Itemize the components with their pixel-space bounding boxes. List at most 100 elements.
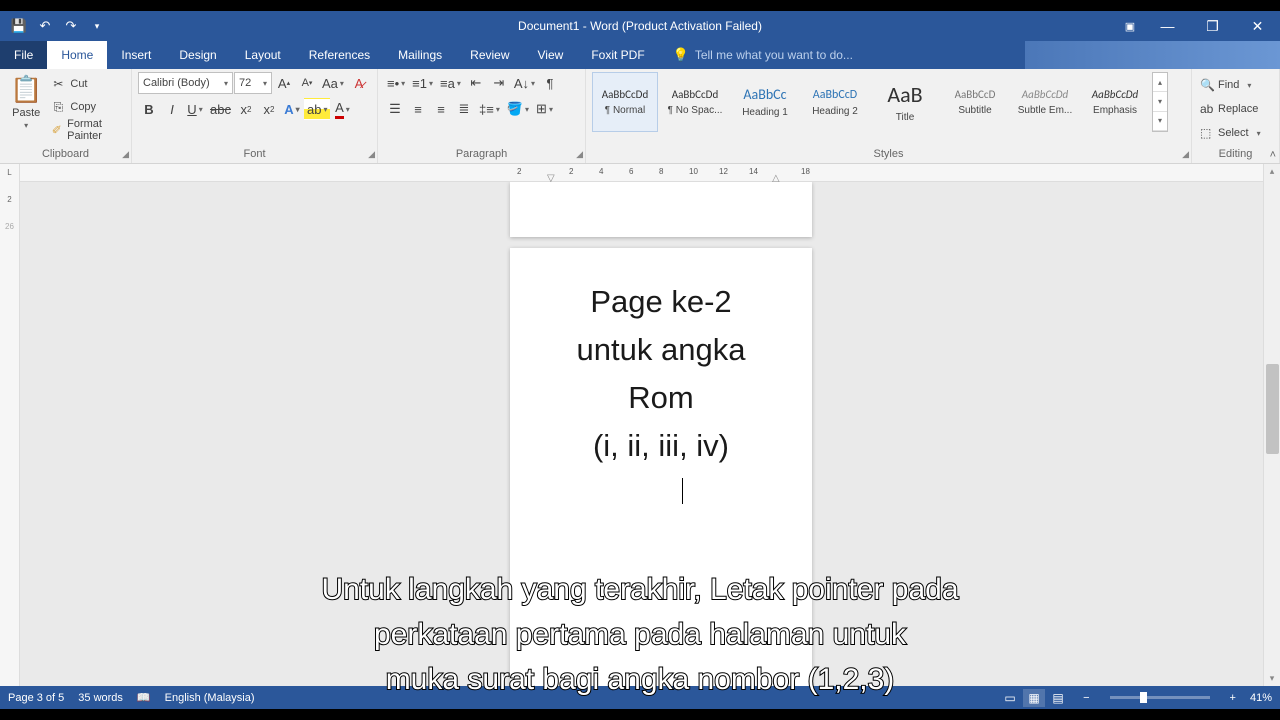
styles-gallery[interactable]: AaBbCcDd¶ Normal AaBbCcDd¶ No Spac... Aa… — [592, 72, 1185, 148]
tab-design[interactable]: Design — [165, 41, 230, 69]
font-color-button[interactable]: A — [331, 98, 353, 120]
shading-button[interactable]: 🪣 — [504, 98, 532, 120]
justify-button[interactable]: ≣ — [453, 98, 475, 120]
tell-me-placeholder: Tell me what you want to do... — [695, 48, 853, 62]
paste-button[interactable]: 📋 Paste ▾ — [6, 72, 46, 132]
style-subtitle[interactable]: AaBbCcDSubtitle — [942, 72, 1008, 132]
zoom-out-button[interactable]: − — [1083, 692, 1089, 704]
replace-button[interactable]: abReplace — [1198, 98, 1263, 120]
redo-icon[interactable]: ↷ — [62, 17, 80, 35]
grow-font-button[interactable]: A▴ — [273, 72, 295, 94]
font-name-combo[interactable]: Calibri (Body)▾ — [138, 72, 233, 94]
collapse-ribbon-icon[interactable]: ˄ — [1270, 149, 1276, 161]
scrollbar-thumb[interactable] — [1266, 364, 1279, 454]
style-title[interactable]: AaBTitle — [872, 72, 938, 132]
bold-button[interactable]: B — [138, 98, 160, 120]
page-current[interactable]: Page ke-2 untuk angka Rom (i, ii, iii, i… — [510, 248, 812, 686]
read-mode-icon[interactable]: ▭ — [999, 689, 1021, 707]
borders-button[interactable]: ⊞ — [533, 98, 556, 120]
superscript-button[interactable]: x2 — [258, 98, 280, 120]
text-cursor — [682, 478, 683, 504]
decrease-indent-button[interactable]: ⇤ — [465, 72, 487, 94]
format-painter-button[interactable]: ✐Format Painter — [50, 120, 125, 140]
align-left-button[interactable]: ☰ — [384, 98, 406, 120]
shrink-font-button[interactable]: A▾ — [296, 72, 318, 94]
web-layout-icon[interactable]: ▤ — [1047, 689, 1069, 707]
tab-file[interactable]: File — [0, 41, 47, 69]
subscript-button[interactable]: x2 — [235, 98, 257, 120]
minimize-button[interactable]: — — [1145, 11, 1190, 41]
signin-area[interactable] — [1025, 41, 1280, 69]
tab-home[interactable]: Home — [47, 41, 107, 69]
style-heading2[interactable]: AaBbCcDHeading 2 — [802, 72, 868, 132]
text-effects-button[interactable]: A — [281, 98, 303, 120]
show-marks-button[interactable]: ¶ — [539, 72, 561, 94]
tab-review[interactable]: Review — [456, 41, 523, 69]
change-case-button[interactable]: Aa — [319, 72, 347, 94]
bullets-button[interactable]: ≡• — [384, 72, 408, 94]
italic-button[interactable]: I — [161, 98, 183, 120]
restore-button[interactable]: ❐ — [1190, 11, 1235, 41]
strikethrough-button[interactable]: abc — [207, 98, 234, 120]
tab-view[interactable]: View — [524, 41, 578, 69]
styles-scroll[interactable]: ▴▾▾ — [1152, 72, 1168, 132]
vertical-ruler[interactable]: L226 — [0, 164, 20, 686]
print-layout-icon[interactable]: ▦ — [1023, 689, 1045, 707]
zoom-slider[interactable] — [1110, 696, 1210, 699]
horizontal-ruler[interactable]: 2 ▽ 2 4 6 8 10 12 14 △ 18 — [20, 164, 1263, 182]
dialog-launcher-icon[interactable]: ◢ — [1182, 149, 1189, 160]
font-size-combo[interactable]: 72▾ — [234, 72, 272, 94]
spellcheck-icon[interactable]: 📖 — [137, 691, 151, 704]
cut-button[interactable]: ✂Cut — [50, 74, 125, 94]
customize-qat-icon[interactable]: ▾ — [88, 17, 106, 35]
clear-format-button[interactable]: A̷ — [348, 72, 370, 94]
tab-foxit[interactable]: Foxit PDF — [577, 41, 658, 69]
page-previous-bottom[interactable] — [510, 182, 812, 237]
ribbon-display-options-icon[interactable]: ▣ — [1115, 11, 1145, 41]
copy-button[interactable]: ⎘Copy — [50, 97, 125, 117]
dialog-launcher-icon[interactable]: ◢ — [576, 149, 583, 160]
brush-icon: ✐ — [50, 123, 63, 137]
zoom-in-button[interactable]: + — [1230, 692, 1236, 704]
document-area[interactable]: Page ke-2 untuk angka Rom (i, ii, iii, i… — [20, 182, 1263, 686]
save-icon[interactable]: 💾 — [10, 17, 28, 35]
word-count[interactable]: 35 words — [78, 692, 123, 704]
close-button[interactable]: ✕ — [1235, 11, 1280, 41]
group-label: Font — [138, 148, 371, 163]
style-heading1[interactable]: AaBbCcHeading 1 — [732, 72, 798, 132]
tell-me-search[interactable]: 💡 Tell me what you want to do... — [659, 41, 853, 69]
quick-access-toolbar: 💾 ↶ ↷ ▾ — [0, 17, 106, 35]
line-spacing-button[interactable]: ‡≡ — [476, 98, 503, 120]
vertical-scrollbar[interactable]: ▴ ▾ — [1263, 164, 1280, 686]
undo-icon[interactable]: ↶ — [36, 17, 54, 35]
language-indicator[interactable]: English (Malaysia) — [165, 692, 255, 704]
numbering-button[interactable]: ≡1 — [409, 72, 436, 94]
tab-mailings[interactable]: Mailings — [384, 41, 456, 69]
align-center-button[interactable]: ≡ — [407, 98, 429, 120]
find-button[interactable]: 🔍Find▾ — [1198, 74, 1263, 96]
document-text[interactable]: Page ke-2 untuk angka Rom (i, ii, iii, i… — [528, 278, 794, 518]
highlight-button[interactable]: ab — [304, 98, 330, 120]
dialog-launcher-icon[interactable]: ◢ — [122, 149, 129, 160]
zoom-level[interactable]: 41% — [1250, 692, 1272, 704]
dialog-launcher-icon[interactable]: ◢ — [368, 149, 375, 160]
page-indicator[interactable]: Page 3 of 5 — [8, 692, 64, 704]
increase-indent-button[interactable]: ⇥ — [488, 72, 510, 94]
group-label: Editing — [1198, 148, 1273, 163]
style-subtle-em[interactable]: AaBbCcDdSubtle Em... — [1012, 72, 1078, 132]
zoom-knob[interactable] — [1140, 692, 1147, 703]
style-emphasis[interactable]: AaBbCcDdEmphasis — [1082, 72, 1148, 132]
underline-button[interactable]: U — [184, 98, 206, 120]
sort-button[interactable]: A↓ — [511, 72, 538, 94]
tab-insert[interactable]: Insert — [107, 41, 165, 69]
group-label: Clipboard — [6, 148, 125, 163]
multilevel-button[interactable]: ≡a — [437, 72, 464, 94]
group-editing: 🔍Find▾ abReplace ⬚Select▾ Editing — [1192, 69, 1280, 163]
tab-layout[interactable]: Layout — [231, 41, 295, 69]
paste-label: Paste — [12, 107, 40, 119]
align-right-button[interactable]: ≡ — [430, 98, 452, 120]
style-normal[interactable]: AaBbCcDd¶ Normal — [592, 72, 658, 132]
style-nospacing[interactable]: AaBbCcDd¶ No Spac... — [662, 72, 728, 132]
tab-references[interactable]: References — [295, 41, 384, 69]
select-button[interactable]: ⬚Select▾ — [1198, 122, 1263, 144]
